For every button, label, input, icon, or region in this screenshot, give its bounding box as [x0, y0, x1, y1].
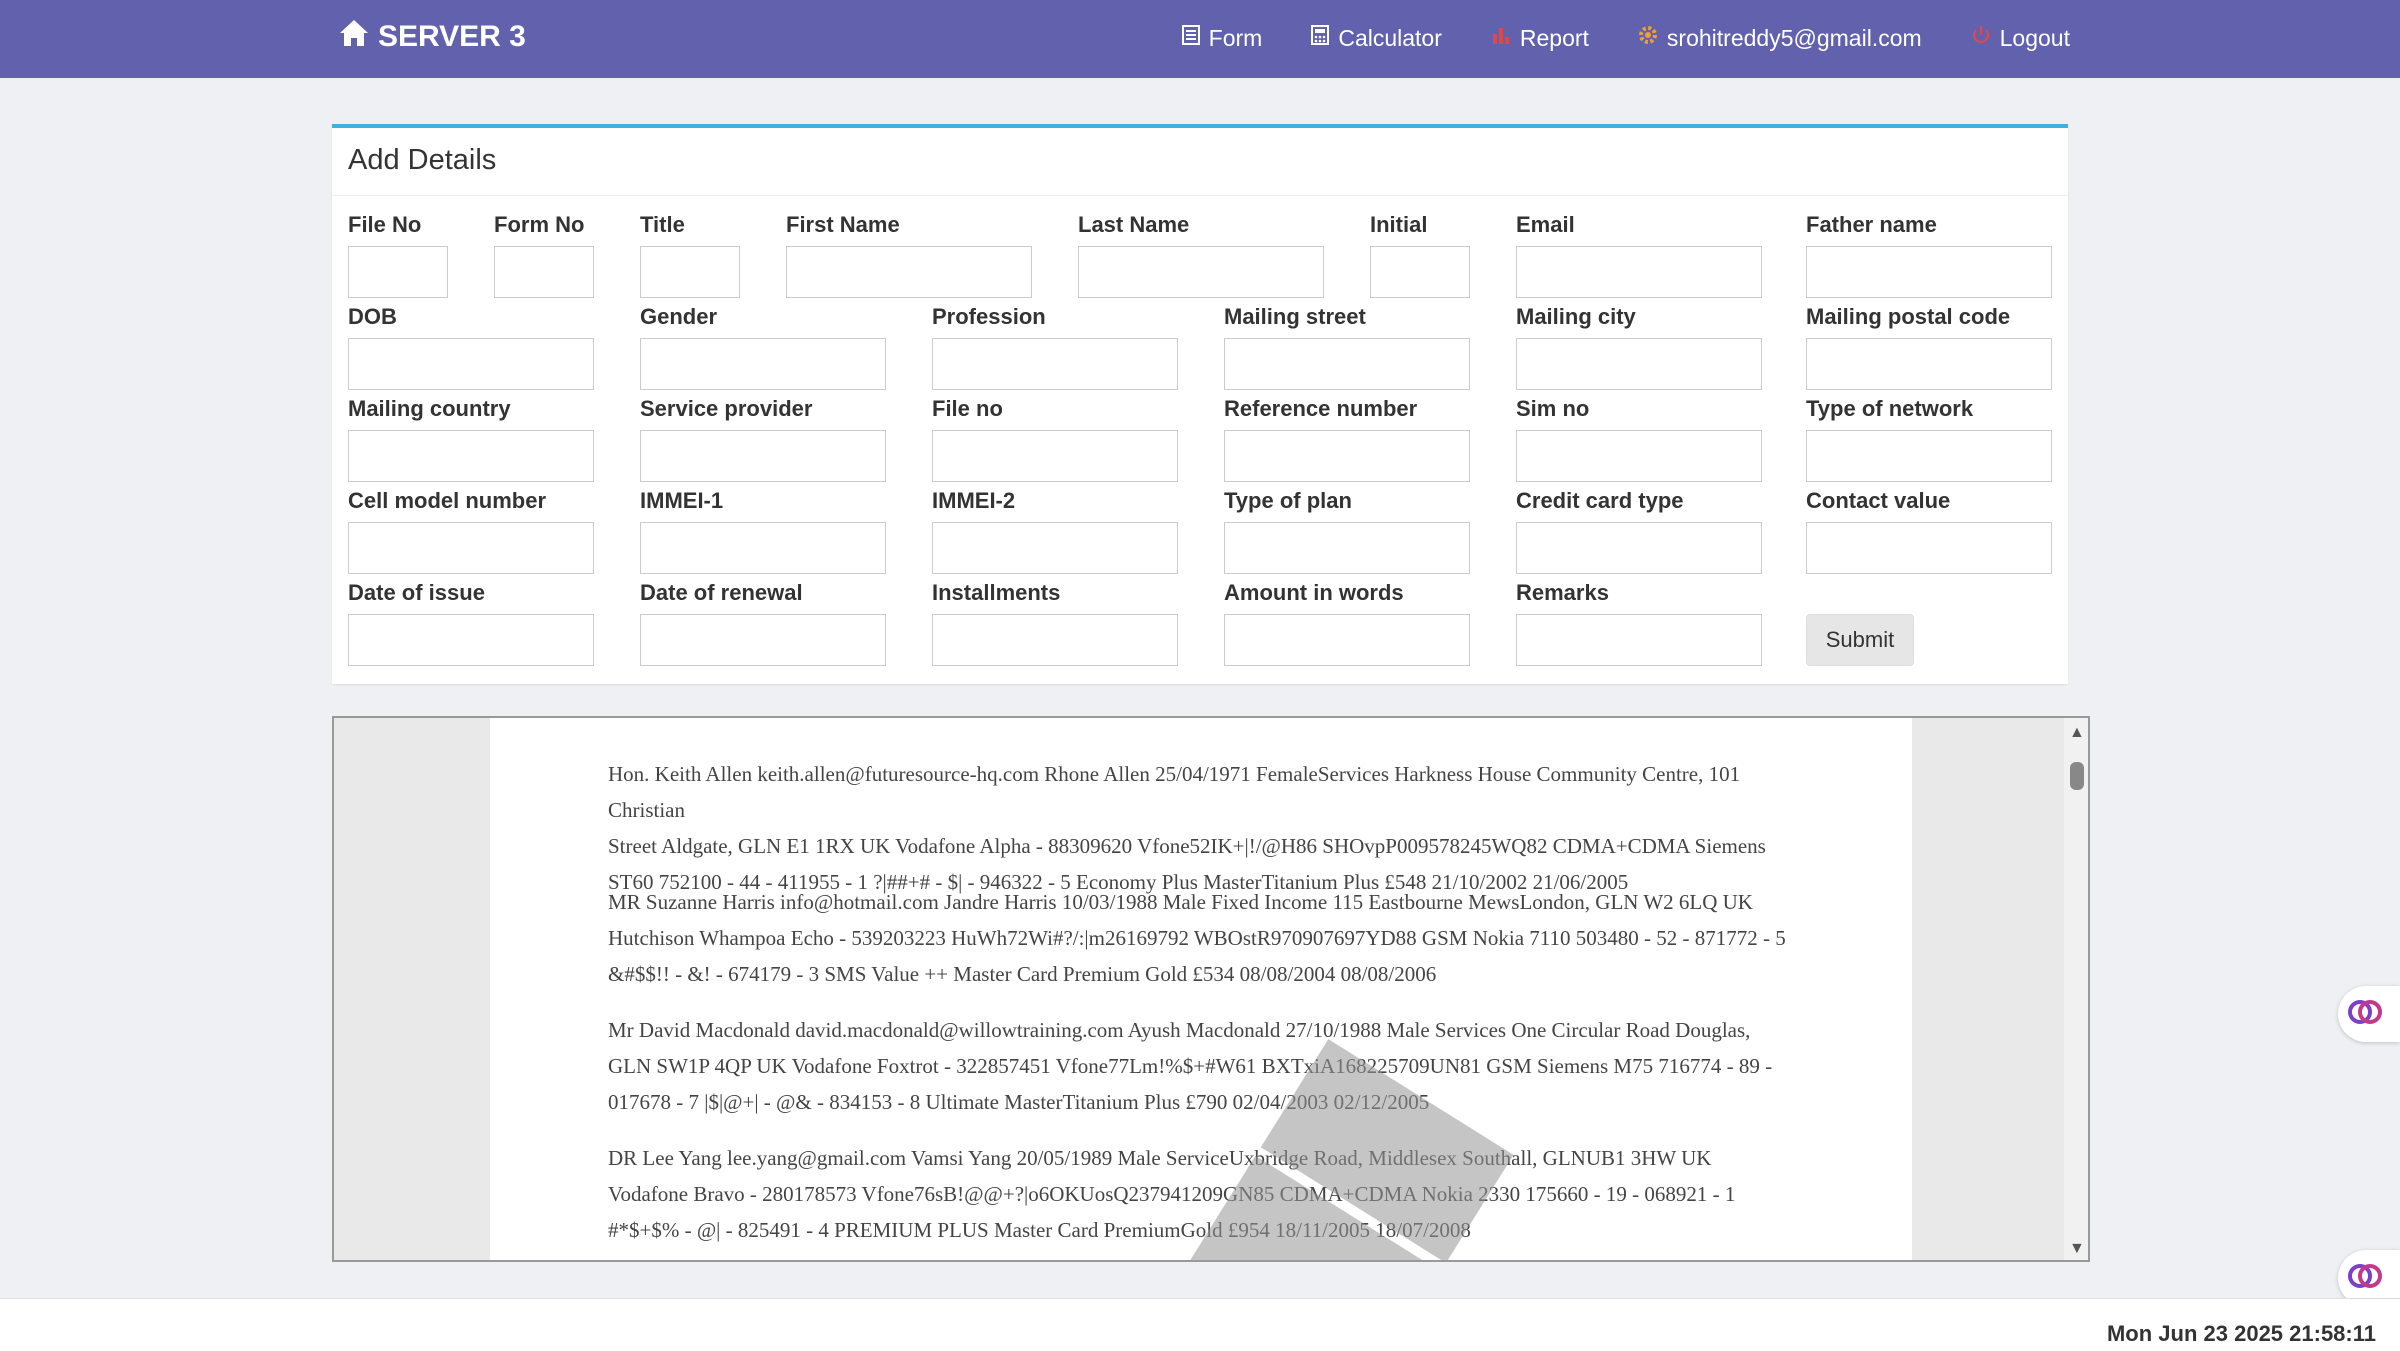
top-navbar: SERVER 3 Form Calculator Report srohitre…	[0, 0, 2400, 78]
field-contact-value: Contact value	[1806, 486, 2052, 574]
sim-no-input[interactable]	[1516, 430, 1762, 482]
nav-report-label: Report	[1519, 24, 1589, 51]
field-type-of-plan: Type of plan	[1224, 486, 1470, 574]
field-first-name: First Name	[786, 210, 1032, 298]
father-name-input[interactable]	[1806, 246, 2052, 298]
field-sim-no: Sim no	[1516, 394, 1762, 482]
initial-input[interactable]	[1370, 246, 1470, 298]
immei-1-input[interactable]	[640, 522, 886, 574]
field-email: Email	[1516, 210, 1762, 298]
power-icon	[1970, 24, 1992, 52]
field-immei-2: IMMEI-2	[932, 486, 1178, 574]
field-date-of-issue: Date of issue	[348, 578, 594, 666]
field-mailing-country: Mailing country	[348, 394, 594, 482]
mailing-postal-code-input[interactable]	[1806, 338, 2052, 390]
document-viewer[interactable]: Hon. Keith Allen keith.allen@futuresourc…	[332, 716, 2090, 1262]
record-1: Hon. Keith Allen keith.allen@futuresourc…	[608, 762, 1766, 894]
record-3: Mr David Macdonald david.macdonald@willo…	[608, 1018, 1773, 1114]
field-type-of-network: Type of network	[1806, 394, 2052, 482]
type-of-network-input[interactable]	[1806, 430, 2052, 482]
installments-input[interactable]	[932, 614, 1178, 666]
amount-in-words-input[interactable]	[1224, 614, 1470, 666]
field-cell-model-number: Cell model number	[348, 486, 594, 574]
field-file-no: File No	[348, 210, 448, 298]
brain-icon	[2348, 1259, 2382, 1298]
nav-report[interactable]: Report	[1490, 24, 1589, 52]
dob-input[interactable]	[348, 338, 594, 390]
bar-chart-icon	[1490, 24, 1512, 52]
field-father-name: Father name	[1806, 210, 2052, 298]
scroll-thumb[interactable]	[2070, 762, 2084, 790]
file-no-input[interactable]	[348, 246, 448, 298]
cell-model-number-input[interactable]	[348, 522, 594, 574]
add-details-panel: Add Details File No Form No Title First …	[332, 124, 2068, 684]
gear-icon	[1637, 24, 1659, 52]
calculator-icon	[1310, 24, 1330, 52]
scroll-up-arrow-icon[interactable]: ▲	[2069, 724, 2085, 742]
field-dob: DOB	[348, 302, 594, 390]
reference-number-input[interactable]	[1224, 430, 1470, 482]
nav-logout[interactable]: Logout	[1970, 24, 2070, 52]
title-input[interactable]	[640, 246, 740, 298]
brand[interactable]: SERVER 3	[338, 18, 526, 56]
nav-form[interactable]: Form	[1181, 24, 1263, 52]
clock-timestamp: Mon Jun 23 2025 21:58:11	[2106, 1321, 2376, 1346]
field-installments: Installments	[932, 578, 1178, 666]
mailing-country-input[interactable]	[348, 430, 594, 482]
type-of-plan-input[interactable]	[1224, 522, 1470, 574]
field-mailing-street: Mailing street	[1224, 302, 1470, 390]
assistant-widget-button[interactable]	[2338, 986, 2400, 1042]
form-icon	[1181, 24, 1201, 52]
field-reference-number: Reference number	[1224, 394, 1470, 482]
field-profession: Profession	[932, 302, 1178, 390]
first-name-input[interactable]	[786, 246, 1032, 298]
viewer-scrollbar[interactable]: ▲ ▼	[2064, 718, 2088, 1260]
date-of-renewal-input[interactable]	[640, 614, 886, 666]
field-initial: Initial	[1370, 210, 1470, 298]
mailing-city-input[interactable]	[1516, 338, 1762, 390]
field-date-of-renewal: Date of renewal	[640, 578, 886, 666]
submit-button[interactable]: Submit	[1806, 614, 1914, 666]
brain-icon	[2348, 995, 2382, 1034]
field-remarks: Remarks	[1516, 578, 1762, 666]
nav-user-email: srohitreddy5@gmail.com	[1666, 24, 1922, 51]
record-2: MR Suzanne Harris info@hotmail.com Jandr…	[608, 890, 1786, 986]
field-mailing-postal-code: Mailing postal code	[1806, 302, 2052, 390]
scroll-down-arrow-icon[interactable]: ▼	[2069, 1240, 2085, 1258]
footer: Mon Jun 23 2025 21:58:11	[0, 1298, 2400, 1351]
field-mailing-city: Mailing city	[1516, 302, 1762, 390]
field-title: Title	[640, 210, 740, 298]
home-icon	[338, 18, 370, 56]
nav-logout-label: Logout	[1999, 24, 2070, 51]
immei-2-input[interactable]	[932, 522, 1178, 574]
date-of-issue-input[interactable]	[348, 614, 594, 666]
nav-calculator[interactable]: Calculator	[1310, 24, 1442, 52]
field-gender: Gender	[640, 302, 886, 390]
form-no-input[interactable]	[494, 246, 594, 298]
profession-input[interactable]	[932, 338, 1178, 390]
field-last-name: Last Name	[1078, 210, 1324, 298]
mailing-street-input[interactable]	[1224, 338, 1470, 390]
panel-title: Add Details	[332, 128, 2068, 196]
nav-calculator-label: Calculator	[1338, 24, 1442, 51]
credit-card-type-input[interactable]	[1516, 522, 1762, 574]
last-name-input[interactable]	[1078, 246, 1324, 298]
field-immei-1: IMMEI-1	[640, 486, 886, 574]
brand-title: SERVER 3	[378, 20, 526, 53]
field-service-provider: Service provider	[640, 394, 886, 482]
document-page: Hon. Keith Allen keith.allen@futuresourc…	[490, 718, 1912, 1260]
remarks-input[interactable]	[1516, 614, 1762, 666]
gender-input[interactable]	[640, 338, 886, 390]
email-input[interactable]	[1516, 246, 1762, 298]
field-file-no-2: File no	[932, 394, 1178, 482]
nav-form-label: Form	[1208, 24, 1263, 51]
field-form-no: Form No	[494, 210, 594, 298]
service-provider-input[interactable]	[640, 430, 886, 482]
field-credit-card-type: Credit card type	[1516, 486, 1762, 574]
contact-value-input[interactable]	[1806, 522, 2052, 574]
file-no-2-input[interactable]	[932, 430, 1178, 482]
nav-user-account[interactable]: srohitreddy5@gmail.com	[1637, 24, 1922, 52]
field-amount-in-words: Amount in words	[1224, 578, 1470, 666]
